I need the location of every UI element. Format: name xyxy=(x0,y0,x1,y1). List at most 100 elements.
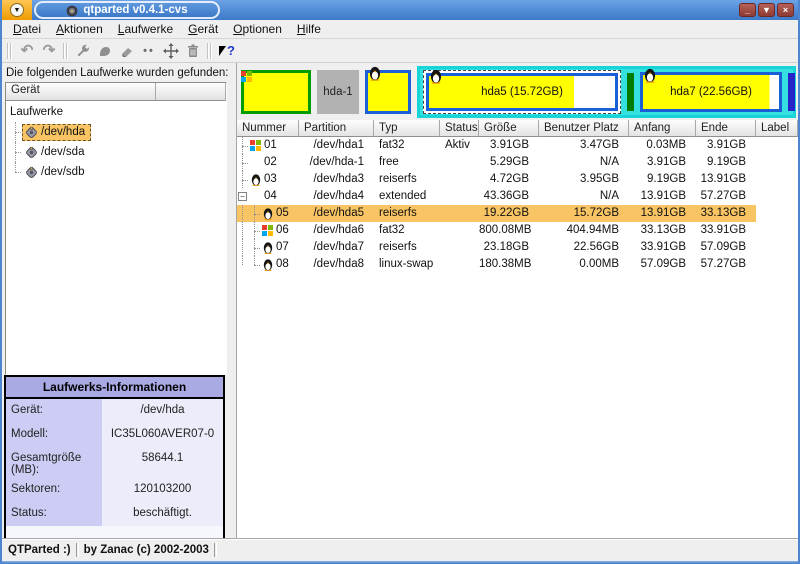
column-header[interactable]: Partition xyxy=(299,120,374,137)
number-cell: − 06 xyxy=(237,222,299,239)
whats-this-button[interactable]: ? xyxy=(216,41,238,61)
redo-button[interactable]: ↷ xyxy=(38,41,60,61)
column-header[interactable]: Benutzer Platz xyxy=(539,120,629,137)
tree-branch xyxy=(237,256,261,273)
tree-branch xyxy=(237,188,249,205)
tree-header-filler xyxy=(156,83,226,101)
menu-item[interactable]: Hilfe xyxy=(290,21,329,37)
erase-button[interactable] xyxy=(116,41,138,61)
number-cell: − 01 xyxy=(237,137,299,154)
set-active-button[interactable] xyxy=(72,41,94,61)
label-cell xyxy=(756,205,798,222)
tree-branch xyxy=(237,171,249,188)
drive-info-value: IC35L060AVER07-0 xyxy=(102,423,223,447)
tree-branch xyxy=(237,222,261,239)
drive-info-panel: Laufwerks-Informationen Gerät: /dev/hda … xyxy=(4,375,225,538)
column-header[interactable]: Label xyxy=(756,120,798,137)
partition-block-hda1[interactable] xyxy=(241,70,311,114)
windows-icon xyxy=(240,69,252,82)
partition-block-hda6[interactable] xyxy=(627,73,634,111)
delete-button[interactable] xyxy=(182,41,204,61)
tree-branch xyxy=(237,137,249,154)
partition-block-hda3[interactable] xyxy=(365,70,411,114)
table-row[interactable]: − 07 /dev/hda7 xyxy=(237,239,798,256)
column-header[interactable]: Ende xyxy=(696,120,756,137)
used-space-cell: 15.72GB xyxy=(539,205,629,222)
question-mark-icon: ? xyxy=(227,43,235,58)
status-credit-text: by Zanac (c) 2002-2003 xyxy=(84,544,209,556)
toolbar-separator xyxy=(7,43,13,59)
column-header[interactable]: Typ xyxy=(374,120,440,137)
device-label: /dev/hda xyxy=(41,126,85,138)
format-button[interactable] xyxy=(94,41,116,61)
app-icon xyxy=(66,4,78,16)
minimize-button[interactable]: _ xyxy=(739,3,756,17)
partition-number: 04 xyxy=(264,188,277,205)
move-button[interactable] xyxy=(160,41,182,61)
status-cell xyxy=(440,239,479,256)
disk-icon xyxy=(25,166,38,179)
penguin-icon xyxy=(430,68,442,84)
titlebar[interactable]: ▼ qtparted v0.4.1-cvs _ ▼ × xyxy=(2,0,798,20)
disk-icon xyxy=(25,146,38,159)
partition-cell: /dev/hda1 xyxy=(299,137,374,154)
table-row[interactable]: − 06 /dev/hda6 xyxy=(237,222,798,239)
end-cell: 3.91GB xyxy=(696,137,756,154)
used-space-cell: N/A xyxy=(539,154,629,171)
status-cell xyxy=(440,188,479,205)
size-cell: 19.22GB xyxy=(479,205,539,222)
shade-button[interactable]: ▼ xyxy=(758,3,775,17)
drive-info-row: Status: beschäftigt. xyxy=(6,502,223,526)
partition-block-hda7[interactable]: hda7 (22.56GB) xyxy=(640,72,782,112)
column-header[interactable]: Anfang xyxy=(629,120,696,137)
table-header: NummerPartitionTypStatusGrößeBenutzer Pl… xyxy=(237,120,798,137)
drive-info-label: Status: xyxy=(6,502,102,526)
partition-cell: /dev/hda-1 xyxy=(299,154,374,171)
size-cell: 800.08MB xyxy=(479,222,539,239)
table-row[interactable]: − 04 /dev/hda4 xyxy=(237,188,798,205)
table-row[interactable]: − 01 /dev/hda1 xyxy=(237,137,798,154)
titlebar-corner: ▼ xyxy=(2,0,32,20)
status-cell xyxy=(440,205,479,222)
size-cell: 180.38MB xyxy=(479,256,539,273)
toolbar: ↶ ↷ •• ? xyxy=(2,39,798,63)
used-space-cell: 0.00MB xyxy=(539,256,629,273)
partition-block-hda5[interactable]: hda5 (15.72GB) xyxy=(423,70,621,114)
type-cell: reiserfs xyxy=(374,205,440,222)
device-panel: Die folgenden Laufwerke wurden gefunden:… xyxy=(2,63,230,538)
menu-item[interactable]: Datei xyxy=(6,21,49,37)
redo-icon: ↷ xyxy=(43,43,56,58)
column-header[interactable]: Nummer xyxy=(237,120,299,137)
trash-icon xyxy=(186,43,200,59)
device-item[interactable]: /dev/sda xyxy=(6,142,226,162)
penguin-icon xyxy=(249,173,264,186)
resize-button[interactable]: •• xyxy=(138,41,160,61)
device-item[interactable]: /dev/hda xyxy=(6,122,226,142)
partition-number: 06 xyxy=(276,222,289,239)
menu-item[interactable]: Gerät xyxy=(181,21,226,37)
status-cell xyxy=(440,154,479,171)
menu-item[interactable]: Laufwerke xyxy=(111,21,181,37)
number-cell: − 08 xyxy=(237,256,299,273)
table-row[interactable]: − 02 /dev/hda-1 xyxy=(237,154,798,171)
menu-item[interactable]: Optionen xyxy=(226,21,290,37)
tree-header-geraet[interactable]: Gerät xyxy=(6,83,156,101)
partition-block-free[interactable]: hda-1 xyxy=(317,70,359,114)
table-row[interactable]: − 03 /dev/hda3 xyxy=(237,171,798,188)
close-button[interactable]: × xyxy=(777,3,794,17)
window-menu-button[interactable]: ▼ xyxy=(10,3,24,17)
partition-label: hda7 (22.56GB) xyxy=(670,86,752,98)
column-header[interactable]: Größe xyxy=(479,120,539,137)
menu-item[interactable]: Aktionen xyxy=(49,21,111,37)
table-row[interactable]: − 08 /dev/hda8 xyxy=(237,256,798,273)
drive-info-value: 120103200 xyxy=(102,478,223,502)
table-row[interactable]: − 05 /dev/hda5 xyxy=(237,205,798,222)
tree-root-laufwerke[interactable]: Laufwerke xyxy=(6,102,226,122)
label-cell xyxy=(756,154,798,171)
column-header[interactable]: Status xyxy=(440,120,479,137)
drive-info-value: 58644.1 xyxy=(102,447,223,478)
undo-button[interactable]: ↶ xyxy=(16,41,38,61)
size-cell: 43.36GB xyxy=(479,188,539,205)
partition-block-hda8[interactable] xyxy=(788,73,795,111)
device-item[interactable]: /dev/sdb xyxy=(6,162,226,182)
